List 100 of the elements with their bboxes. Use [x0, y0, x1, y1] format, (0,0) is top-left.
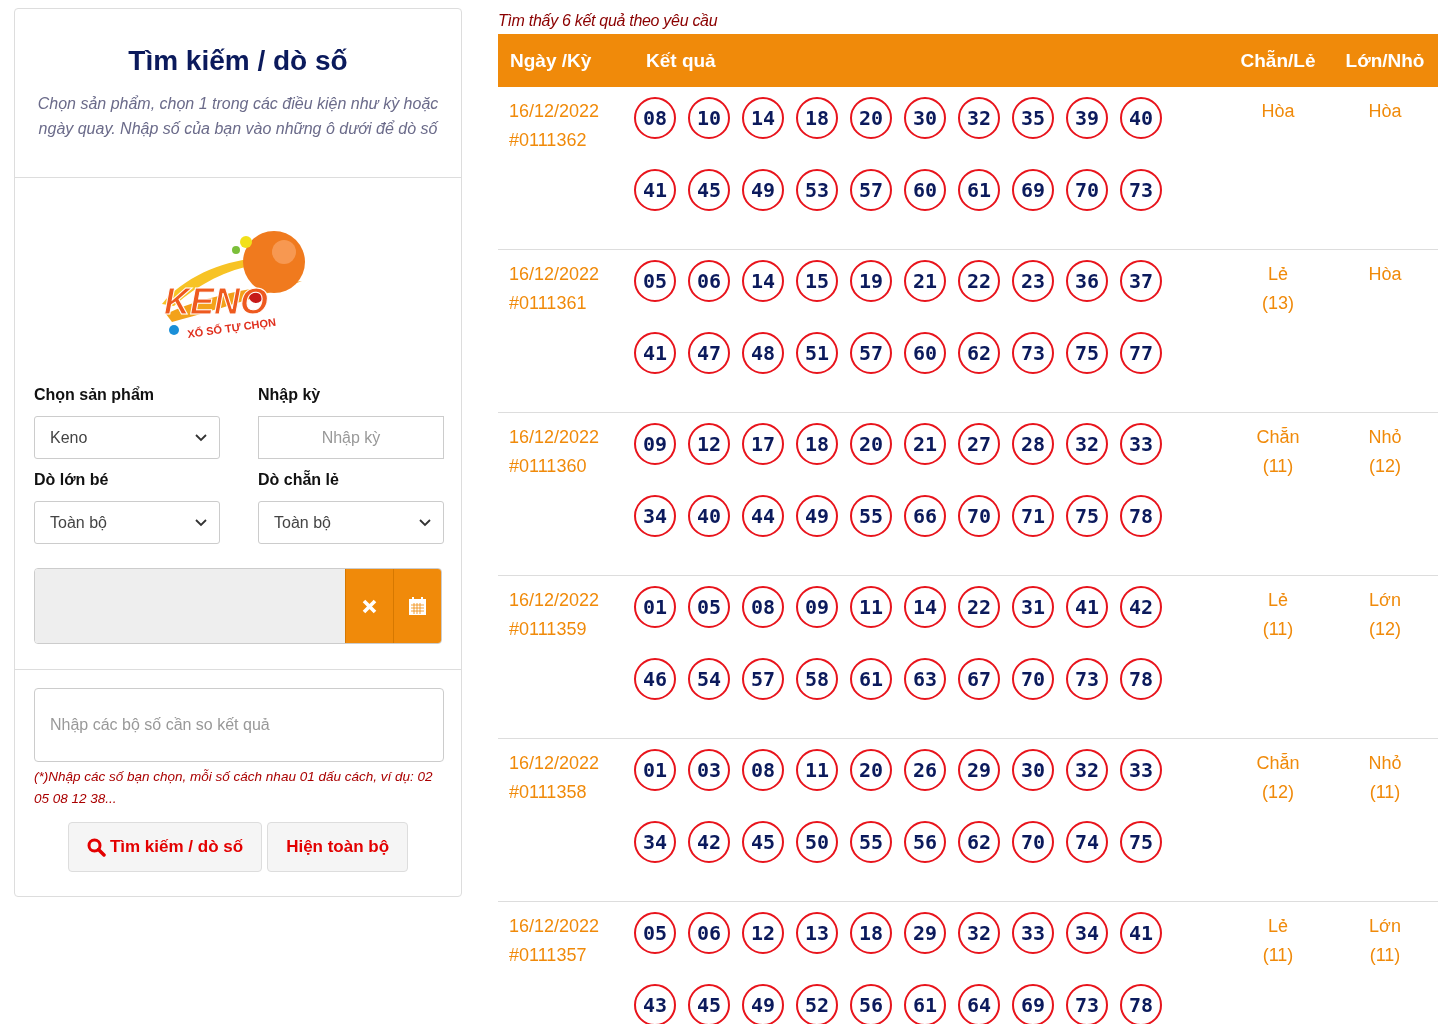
- number-ball: 17: [742, 423, 784, 465]
- hint-text: (*)Nhập các số bạn chọn, mỗi số cách nhau 01 dấu cách, ví dụ: 02 05 08 12 38...: [34, 768, 434, 808]
- number-ball: 05: [634, 912, 676, 954]
- draw-number: #0111358: [509, 781, 588, 804]
- number-ball: 26: [904, 749, 946, 791]
- dropdown[interactable]: Toàn bộ: [34, 501, 220, 544]
- search-icon: [86, 837, 106, 857]
- number-ball: 73: [1066, 657, 1108, 700]
- size-result: Lớn: [1369, 915, 1401, 938]
- number-ball: 08: [742, 586, 784, 628]
- chevron-down-icon: [419, 518, 431, 527]
- number-ball: 77: [1120, 331, 1162, 374]
- number-ball: 75: [1066, 494, 1108, 537]
- column-header: Lớn/Nhỏ: [1344, 49, 1426, 72]
- number-ball: 61: [958, 168, 1000, 211]
- number-ball: 78: [1120, 983, 1162, 1024]
- size-result: Nhỏ: [1368, 752, 1402, 775]
- number-ball: 33: [1120, 749, 1162, 791]
- number-ball: 78: [1120, 494, 1162, 537]
- number-ball: 41: [1066, 586, 1108, 628]
- dropdown[interactable]: Toàn bộ: [258, 501, 444, 544]
- number-ball: 41: [1120, 912, 1162, 954]
- number-ball: 15: [796, 260, 838, 302]
- number-ball: 09: [634, 423, 676, 465]
- number-ball: 13: [796, 912, 838, 954]
- number-ball: 70: [1012, 820, 1054, 863]
- number-ball: 21: [904, 260, 946, 302]
- number-ball: 45: [688, 983, 730, 1024]
- number-ball: 40: [688, 494, 730, 537]
- panel-title: Tìm kiếm / dò số: [127, 45, 349, 77]
- number-ball: 03: [688, 749, 730, 791]
- number-ball: 12: [688, 423, 730, 465]
- number-ball: 32: [958, 97, 1000, 139]
- number-ball: 73: [1066, 983, 1108, 1024]
- input-field[interactable]: Nhập kỳ: [258, 416, 444, 459]
- number-ball: 54: [688, 657, 730, 700]
- draw-number: #0111359: [509, 618, 588, 641]
- number-ball: 33: [1012, 912, 1054, 954]
- logo-tagline: XỔ SỐ TỰ CHỌN: [186, 315, 277, 340]
- number-ball: 48: [742, 331, 784, 374]
- search-button[interactable]: Tìm kiếm / dò số: [67, 822, 263, 872]
- number-ball: 20: [850, 423, 892, 465]
- number-ball: 08: [742, 749, 784, 791]
- number-ball: 41: [634, 331, 676, 374]
- draw-number: #0111361: [509, 292, 588, 315]
- parity-result: Lẻ: [1268, 263, 1288, 286]
- size-result: Hòa: [1368, 100, 1402, 123]
- dropdown[interactable]: Keno: [34, 416, 220, 459]
- size-result: Nhỏ: [1368, 426, 1402, 449]
- number-ball: 31: [1012, 586, 1054, 628]
- parity-result: Lẻ: [1268, 589, 1288, 612]
- parity-result: Lẻ: [1268, 915, 1288, 938]
- number-ball: 69: [1012, 983, 1054, 1024]
- number-ball: 58: [796, 657, 838, 700]
- number-ball: 62: [958, 820, 1000, 863]
- size-count: (11): [1369, 944, 1401, 967]
- draw-date: 16/12/2022: [509, 263, 601, 286]
- number-ball: 33: [1120, 423, 1162, 465]
- number-ball: 27: [958, 423, 1000, 465]
- number-ball: 05: [688, 586, 730, 628]
- number-ball: 34: [1066, 912, 1108, 954]
- parity-count: (11): [1262, 944, 1294, 967]
- numbers-input-field[interactable]: Nhập các bộ số cần so kết quả: [34, 688, 444, 762]
- number-ball: 11: [850, 586, 892, 628]
- chevron-down-icon: [195, 433, 207, 442]
- number-ball: 46: [634, 657, 676, 700]
- number-ball: 40: [1120, 97, 1162, 139]
- number-ball: 60: [904, 168, 946, 211]
- number-ball: 73: [1120, 168, 1162, 211]
- number-ball: 57: [850, 168, 892, 211]
- number-ball: 78: [1120, 657, 1162, 700]
- number-ball: 10: [688, 97, 730, 139]
- number-ball: 34: [634, 820, 676, 863]
- number-ball: 75: [1066, 331, 1108, 374]
- number-ball: 50: [796, 820, 838, 863]
- number-ball: 19: [850, 260, 892, 302]
- number-ball: 22: [958, 260, 1000, 302]
- number-ball: 14: [904, 586, 946, 628]
- number-ball: 32: [1066, 423, 1108, 465]
- show-all-button[interactable]: Hiện toàn bộ: [267, 822, 409, 872]
- number-ball: 18: [850, 912, 892, 954]
- column-header: Chẵn/Lẻ: [1239, 49, 1317, 72]
- parity-count: (13): [1262, 292, 1294, 315]
- number-ball: 61: [850, 657, 892, 700]
- number-ball: 57: [850, 331, 892, 374]
- number-ball: 06: [688, 260, 730, 302]
- draw-number: #0111357: [509, 944, 588, 967]
- number-ball: 63: [904, 657, 946, 700]
- number-ball: 20: [850, 97, 892, 139]
- number-ball: 09: [796, 586, 838, 628]
- number-ball: 49: [742, 168, 784, 211]
- number-ball: 51: [796, 331, 838, 374]
- number-ball: 06: [688, 912, 730, 954]
- number-ball: 56: [904, 820, 946, 863]
- parity-count: (12): [1262, 781, 1294, 804]
- number-ball: 42: [688, 820, 730, 863]
- chevron-down-icon: [195, 518, 207, 527]
- number-ball: 22: [958, 586, 1000, 628]
- number-ball: 69: [1012, 168, 1054, 211]
- number-ball: 21: [904, 423, 946, 465]
